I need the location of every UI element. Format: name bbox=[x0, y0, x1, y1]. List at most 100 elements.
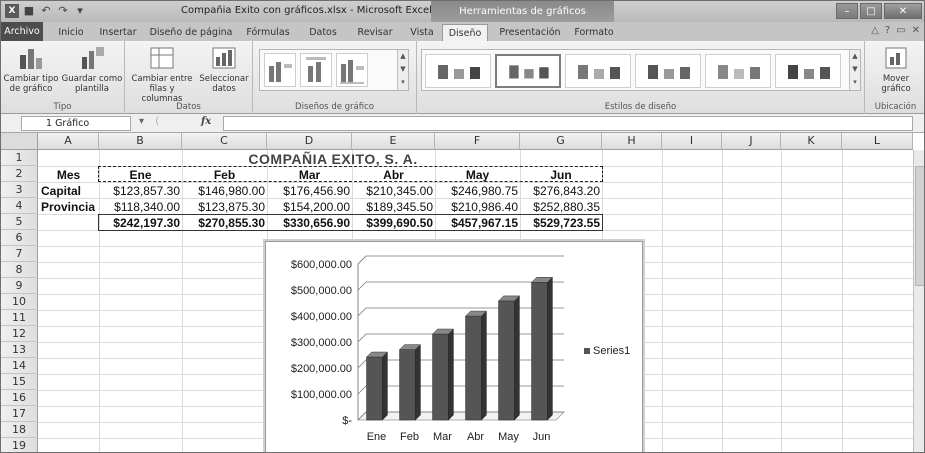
tab-presentacion[interactable]: Presentación bbox=[493, 24, 567, 41]
minimize-icon[interactable]: – bbox=[836, 3, 858, 19]
tab-diseno[interactable]: Diseño bbox=[442, 24, 488, 41]
table-cell[interactable]: Provincia bbox=[41, 200, 99, 215]
header-cell[interactable]: Mes bbox=[38, 168, 99, 183]
insert-function-icon[interactable]: fx bbox=[201, 116, 211, 127]
window-restore-icon[interactable]: ▭ bbox=[896, 25, 905, 36]
redo-icon[interactable]: ↷ bbox=[56, 4, 70, 18]
table-cell[interactable]: $154,200.00 bbox=[267, 200, 350, 215]
table-cell[interactable]: $246,980.75 bbox=[435, 184, 518, 199]
workbook-close-icon[interactable]: ✕ bbox=[912, 25, 920, 36]
styles-gallery-scroll[interactable]: ▲ ▼ ▾ bbox=[849, 50, 860, 90]
switch-rows-icon bbox=[150, 47, 174, 69]
table-cell[interactable]: $210,986.40 bbox=[435, 200, 518, 215]
change-chart-type-button[interactable]: Cambiar tipo de gráfico bbox=[3, 45, 59, 94]
vertical-scrollbar[interactable] bbox=[913, 150, 924, 452]
row-header[interactable]: 1 bbox=[1, 150, 38, 166]
scrollbar-thumb[interactable] bbox=[915, 166, 924, 286]
select-all-corner[interactable] bbox=[1, 133, 38, 150]
column-header[interactable]: J bbox=[722, 133, 781, 150]
column-header[interactable]: G bbox=[520, 133, 602, 150]
close-icon[interactable]: ✕ bbox=[884, 3, 922, 19]
row-header[interactable]: 15 bbox=[1, 374, 38, 390]
column-header[interactable]: K bbox=[781, 133, 842, 150]
tab-datos[interactable]: Datos bbox=[301, 24, 345, 41]
column-header[interactable]: C bbox=[182, 133, 267, 150]
table-cell[interactable]: $189,345.50 bbox=[352, 200, 433, 215]
row-header[interactable]: 8 bbox=[1, 262, 38, 278]
table-cell[interactable]: $210,345.00 bbox=[352, 184, 433, 199]
row-header[interactable]: 7 bbox=[1, 246, 38, 262]
tab-formato[interactable]: Formato bbox=[569, 24, 619, 41]
chart-layout-1[interactable] bbox=[264, 53, 296, 87]
chart-style-2[interactable] bbox=[495, 54, 561, 88]
chart-layout-3[interactable] bbox=[336, 53, 368, 87]
maximize-icon[interactable]: □ bbox=[860, 3, 882, 19]
undo-icon[interactable]: ↶ bbox=[39, 4, 53, 18]
row-header[interactable]: 3 bbox=[1, 182, 38, 198]
chart-style-3[interactable] bbox=[565, 54, 631, 88]
row-header[interactable]: 2 bbox=[1, 166, 38, 182]
customize-qat-icon[interactable]: ▾ bbox=[73, 4, 87, 18]
select-data-button[interactable]: Seleccionar datos bbox=[197, 45, 251, 94]
table-cell[interactable]: $252,880.35 bbox=[520, 200, 600, 215]
help-icon[interactable]: ? bbox=[885, 25, 890, 36]
name-box[interactable]: 1 Gráfico bbox=[21, 116, 131, 131]
column-header[interactable]: F bbox=[435, 133, 520, 150]
chart-style-6[interactable] bbox=[775, 54, 841, 88]
column-header[interactable]: D bbox=[267, 133, 352, 150]
row-header[interactable]: 12 bbox=[1, 326, 38, 342]
tab-formulas[interactable]: Fórmulas bbox=[239, 24, 297, 41]
row-header[interactable]: 6 bbox=[1, 230, 38, 246]
minimize-ribbon-icon[interactable]: △ bbox=[871, 25, 879, 36]
column-header[interactable]: A bbox=[38, 133, 99, 150]
style-5-icon bbox=[718, 65, 760, 79]
namebox-dropdown-icon[interactable]: ▾ bbox=[139, 116, 144, 127]
chart-layouts-gallery: ▲ ▼ ▾ bbox=[259, 49, 409, 91]
column-header[interactable]: L bbox=[842, 133, 913, 150]
bar-chart[interactable]: $- $100,000.00 $200,000.00 $300,000.00 $400,… bbox=[265, 241, 643, 452]
chart-style-5[interactable] bbox=[705, 54, 771, 88]
tab-archivo[interactable]: Archivo bbox=[1, 22, 43, 41]
table-cell[interactable]: $123,875.30 bbox=[182, 200, 265, 215]
row-header[interactable]: 9 bbox=[1, 278, 38, 294]
chart-type-icon bbox=[20, 49, 42, 69]
column-header[interactable]: H bbox=[602, 133, 662, 150]
move-chart-button[interactable]: Mover gráfico bbox=[869, 45, 923, 94]
tab-vista[interactable]: Vista bbox=[405, 24, 439, 41]
save-icon[interactable]: ■ bbox=[22, 4, 36, 18]
tab-inicio[interactable]: Inicio bbox=[51, 24, 91, 41]
table-cell[interactable]: $118,340.00 bbox=[99, 200, 180, 215]
row-header[interactable]: 5 bbox=[1, 214, 38, 230]
row-header[interactable]: 19 bbox=[1, 438, 38, 452]
tab-insertar[interactable]: Insertar bbox=[93, 24, 143, 41]
save-template-label: Guardar como plantilla bbox=[61, 74, 123, 94]
column-header[interactable]: I bbox=[662, 133, 722, 150]
row-header[interactable]: 18 bbox=[1, 422, 38, 438]
table-cell[interactable]: $123,857.30 bbox=[99, 184, 180, 199]
layouts-gallery-scroll[interactable]: ▲ ▼ ▾ bbox=[397, 50, 408, 90]
row-header[interactable]: 11 bbox=[1, 310, 38, 326]
sheet-title[interactable]: COMPAÑIA EXITO, S. A. bbox=[233, 151, 433, 167]
row-header[interactable]: 4 bbox=[1, 198, 38, 214]
tab-diseno-pagina[interactable]: Diseño de página bbox=[147, 24, 235, 41]
row-header[interactable]: 13 bbox=[1, 342, 38, 358]
chart-layout-2[interactable] bbox=[300, 53, 332, 87]
row-header[interactable]: 10 bbox=[1, 294, 38, 310]
row-header[interactable]: 14 bbox=[1, 358, 38, 374]
table-cell[interactable]: Capital bbox=[41, 184, 99, 199]
table-cell[interactable]: $146,980.00 bbox=[182, 184, 265, 199]
column-header[interactable]: E bbox=[352, 133, 435, 150]
save-template-button[interactable]: Guardar como plantilla bbox=[61, 45, 123, 94]
table-cell[interactable]: $176,456.90 bbox=[267, 184, 350, 199]
tab-revisar[interactable]: Revisar bbox=[351, 24, 399, 41]
chart-style-1[interactable] bbox=[425, 54, 491, 88]
row-header[interactable]: 16 bbox=[1, 390, 38, 406]
formula-input[interactable] bbox=[223, 116, 913, 131]
chart-style-4[interactable] bbox=[635, 54, 701, 88]
excel-logo-icon[interactable]: X bbox=[5, 4, 19, 18]
quick-access-toolbar: X ■ ↶ ↷ ▾ bbox=[5, 4, 87, 18]
row-header[interactable]: 17 bbox=[1, 406, 38, 422]
switch-row-column-button[interactable]: Cambiar entre filas y columnas bbox=[131, 45, 193, 104]
table-cell[interactable]: $276,843.20 bbox=[520, 184, 600, 199]
column-header[interactable]: B bbox=[99, 133, 182, 150]
